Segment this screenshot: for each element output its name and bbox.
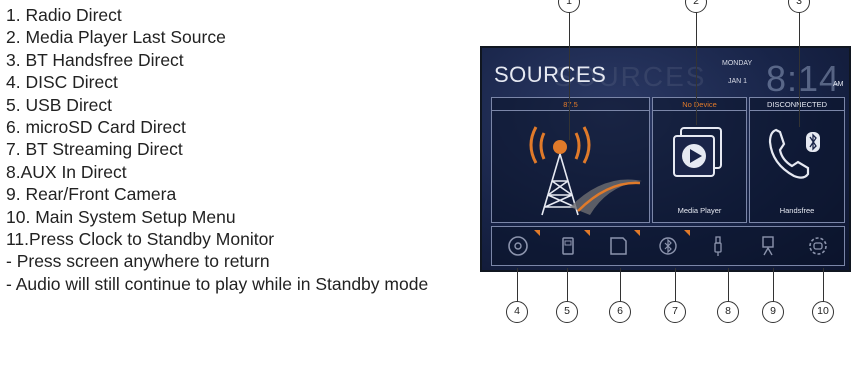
legend-note-return: - Press screen anywhere to return (6, 251, 270, 272)
legend-item-microsd: 6. microSD Card Direct (6, 117, 186, 138)
callout-8: 8 (717, 301, 739, 323)
usb-button[interactable] (546, 230, 590, 262)
instruction-list: 1. Radio Direct 2. Media Player Last Sou… (6, 4, 476, 295)
clock-button[interactable]: 8:14 (766, 58, 840, 100)
legend-item-bt-streaming: 7. BT Streaming Direct (6, 139, 183, 160)
clock-day: MONDAY (722, 60, 753, 67)
bluetooth-icon (659, 237, 677, 255)
leader-line-1 (569, 12, 570, 140)
leader-line-4 (517, 268, 518, 303)
leader-line-6 (620, 268, 621, 303)
legend-item-clock-standby: 11.Press Clock to Standby Monitor (6, 229, 275, 250)
legend-item-setup-menu: 10. Main System Setup Menu (6, 206, 236, 227)
callout-4: 4 (506, 301, 528, 323)
screen-title: SOURCES (494, 62, 607, 87)
legend-item-aux: 8.AUX In Direct (6, 161, 127, 182)
source-button-row (491, 226, 845, 266)
bt-streaming-button[interactable] (646, 230, 690, 262)
bt-connection-status: DISCONNECTED (750, 98, 844, 111)
disc-button[interactable] (496, 230, 540, 262)
handsfree-label: Handsfree (779, 206, 815, 215)
clock-ampm: AM (833, 81, 844, 88)
legend-item-bt-handsfree: 3. BT Handsfree Direct (6, 49, 184, 70)
callout-6: 6 (609, 301, 631, 323)
callout-7: 7 (664, 301, 686, 323)
callout-1: 1 (558, 0, 580, 13)
microsd-button[interactable] (596, 230, 640, 262)
clock-date: JAN 1 (728, 78, 748, 85)
sources-screen: SOURCES SOURCES MONDAY JAN 1 8:14 AM 87.… (480, 46, 851, 272)
leader-line-8 (728, 268, 729, 303)
media-player-label: Media Player (677, 206, 722, 215)
disc-icon (508, 236, 528, 256)
leader-line-10 (823, 268, 824, 303)
leader-line-9 (773, 268, 774, 303)
leader-line-2 (696, 12, 697, 125)
camera-icon (762, 236, 774, 256)
leader-line-7 (675, 268, 676, 303)
radio-tile[interactable]: 87.5 (491, 97, 650, 223)
legend-item-disc: 4. DISC Direct (6, 72, 118, 93)
leader-line-3 (799, 12, 800, 127)
media-player-icon (673, 127, 722, 177)
legend-item-radio: 1. Radio Direct (6, 5, 122, 25)
leader-line-5 (567, 268, 568, 303)
legend-item-media-player: 2. Media Player Last Source (6, 27, 226, 48)
media-status: No Device (653, 98, 746, 111)
aux-plug-icon (714, 236, 722, 256)
callout-10: 10 (812, 301, 834, 323)
setup-menu-button[interactable] (796, 230, 840, 262)
phone-icon (768, 128, 820, 179)
aux-button[interactable] (696, 230, 740, 262)
media-player-tile[interactable]: No Device Media Player (652, 97, 747, 223)
callout-3: 3 (788, 0, 810, 13)
handsfree-tile[interactable]: DISCONNECTED Handsfree (749, 97, 845, 223)
callout-5: 5 (556, 301, 578, 323)
callout-2: 2 (685, 0, 707, 13)
radio-frequency: 87.5 (492, 98, 649, 111)
radio-tower-icon (529, 126, 642, 216)
legend-item-usb: 5. USB Direct (6, 94, 112, 115)
usb-icon (562, 237, 574, 255)
microsd-icon (610, 237, 627, 255)
gear-icon (809, 237, 827, 255)
callout-9: 9 (762, 301, 784, 323)
legend-item-camera: 9. Rear/Front Camera (6, 184, 177, 205)
legend-note-audio: - Audio will still continue to play whil… (6, 273, 429, 294)
camera-button[interactable] (746, 230, 790, 262)
